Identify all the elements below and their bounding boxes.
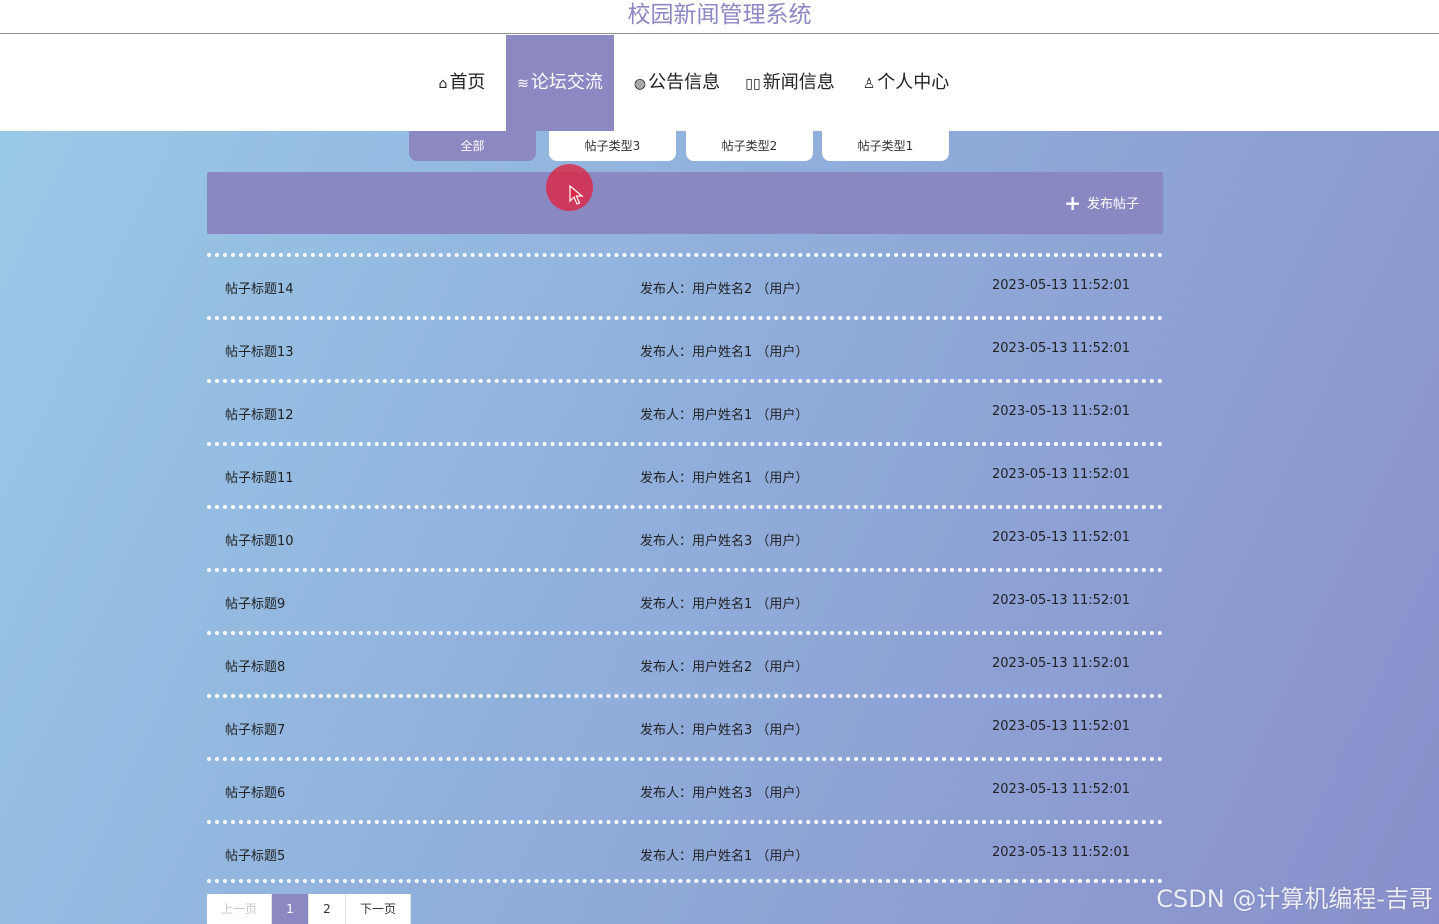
post-title: 帖子标题12 (225, 408, 294, 423)
post-title: 帖子标题9 (225, 597, 286, 612)
post-author: 发布人：用户姓名3 （用户） (640, 723, 809, 738)
prev-page-button[interactable]: 上一页 (207, 894, 272, 924)
nav-item-profile[interactable]: ♙ 个人中心 (856, 35, 956, 131)
post-row[interactable]: 帖子标题12 发布人：用户姓名1 （用户） 2023-05-13 11:52:01 (207, 379, 1163, 442)
post-time: 2023-05-13 11:52:01 (992, 278, 1131, 293)
book-stack-icon: ≋ (517, 76, 529, 92)
post-author: 发布人：用户姓名1 （用户） (640, 345, 809, 360)
news-icon: ▯▯ (745, 76, 761, 92)
page-button-2[interactable]: 2 (309, 894, 346, 924)
plus-icon: + (1064, 191, 1081, 215)
nav-item-announcements[interactable]: ◍ 公告信息 (628, 35, 726, 131)
nav-item-forum[interactable]: ≋ 论坛交流 (506, 35, 614, 131)
post-time: 2023-05-13 11:52:01 (992, 593, 1131, 608)
post-title: 帖子标题13 (225, 345, 294, 360)
post-title: 帖子标题10 (225, 534, 294, 549)
post-author: 发布人：用户姓名1 （用户） (640, 597, 809, 612)
mouse-cursor-icon (569, 184, 584, 205)
post-row[interactable]: 帖子标题8 发布人：用户姓名2 （用户） 2023-05-13 11:52:01 (207, 631, 1163, 694)
nav-item-label: 个人中心 (877, 72, 950, 93)
post-row[interactable]: 帖子标题14 发布人：用户姓名2 （用户） 2023-05-13 11:52:01 (207, 253, 1163, 316)
main-nav: ⌂ 首页 ≋ 论坛交流 ◍ 公告信息 ▯▯ 新闻信息 ♙ 个人中心 (0, 35, 1439, 131)
post-time: 2023-05-13 11:52:01 (992, 656, 1131, 671)
post-time: 2023-05-13 11:52:01 (992, 530, 1131, 545)
post-author: 发布人：用户姓名2 （用户） (640, 282, 809, 297)
post-row[interactable]: 帖子标题6 发布人：用户姓名3 （用户） 2023-05-13 11:52:01 (207, 757, 1163, 820)
nav-item-label: 公告信息 (648, 72, 721, 93)
post-title: 帖子标题11 (225, 471, 294, 486)
bell-icon: ◍ (633, 76, 647, 92)
post-row[interactable]: 帖子标题9 发布人：用户姓名1 （用户） 2023-05-13 11:52:01 (207, 568, 1163, 631)
publish-post-label: 发布帖子 (1086, 197, 1139, 212)
nav-item-label: 首页 (449, 72, 486, 93)
next-page-button[interactable]: 下一页 (346, 894, 411, 924)
post-list: 帖子标题14 发布人：用户姓名2 （用户） 2023-05-13 11:52:01 帖… (207, 253, 1163, 883)
post-title: 帖子标题8 (225, 660, 286, 675)
post-author: 发布人：用户姓名1 （用户） (640, 408, 809, 423)
nav-item-label: 新闻信息 (762, 72, 835, 93)
post-author: 发布人：用户姓名1 （用户） (640, 849, 809, 864)
post-row[interactable]: 帖子标题11 发布人：用户姓名1 （用户） 2023-05-13 11:52:01 (207, 442, 1163, 505)
tab-all[interactable]: 全部 (409, 131, 536, 161)
nav-item-label: 论坛交流 (530, 72, 603, 93)
post-row[interactable]: 帖子标题10 发布人：用户姓名3 （用户） 2023-05-13 11:52:01 (207, 505, 1163, 568)
post-title: 帖子标题6 (225, 786, 286, 801)
post-time: 2023-05-13 11:52:01 (992, 404, 1131, 419)
forum-toolbar: + 发布帖子 (207, 172, 1163, 234)
post-author: 发布人：用户姓名2 （用户） (640, 660, 809, 675)
nav-item-news[interactable]: ▯▯ 新闻信息 (740, 35, 840, 131)
post-title: 帖子标题5 (225, 849, 286, 864)
publish-post-button[interactable]: + 发布帖子 (1064, 192, 1139, 214)
watermark: CSDN @计算机编程-吉哥 (1156, 885, 1433, 913)
post-author: 发布人：用户姓名1 （用户） (640, 471, 809, 486)
top-bar: 校园新闻管理系统 ⌂ 首页 ≋ 论坛交流 ◍ 公告信息 ▯▯ 新闻信息 ♙ 个人中心 (0, 0, 1439, 131)
tab-post-type-2[interactable]: 帖子类型2 (686, 131, 813, 161)
tab-post-type-1[interactable]: 帖子类型1 (822, 131, 949, 161)
nav-item-home[interactable]: ⌂ 首页 (432, 35, 492, 131)
post-row[interactable]: 帖子标题7 发布人：用户姓名3 （用户） 2023-05-13 11:52:01 (207, 694, 1163, 757)
page-button-1[interactable]: 1 (272, 894, 309, 924)
post-time: 2023-05-13 11:52:01 (992, 341, 1131, 356)
post-row[interactable]: 帖子标题13 发布人：用户姓名1 （用户） 2023-05-13 11:52:01 (207, 316, 1163, 379)
post-time: 2023-05-13 11:52:01 (992, 782, 1131, 797)
post-author: 发布人：用户姓名3 （用户） (640, 786, 809, 801)
post-title: 帖子标题14 (225, 282, 294, 297)
post-time: 2023-05-13 11:52:01 (992, 467, 1131, 482)
site-title: 校园新闻管理系统 (0, 0, 1439, 34)
post-time: 2023-05-13 11:52:01 (992, 719, 1131, 734)
tab-post-type-3[interactable]: 帖子类型3 (549, 131, 676, 161)
user-icon: ♙ (862, 76, 876, 92)
post-author: 发布人：用户姓名3 （用户） (640, 534, 809, 549)
post-row[interactable]: 帖子标题5 发布人：用户姓名1 （用户） 2023-05-13 11:52:01 (207, 820, 1163, 883)
post-time: 2023-05-13 11:52:01 (992, 845, 1131, 860)
post-title: 帖子标题7 (225, 723, 286, 738)
home-icon: ⌂ (438, 76, 448, 92)
category-tabs: 全部 帖子类型3 帖子类型2 帖子类型1 (0, 131, 1439, 162)
